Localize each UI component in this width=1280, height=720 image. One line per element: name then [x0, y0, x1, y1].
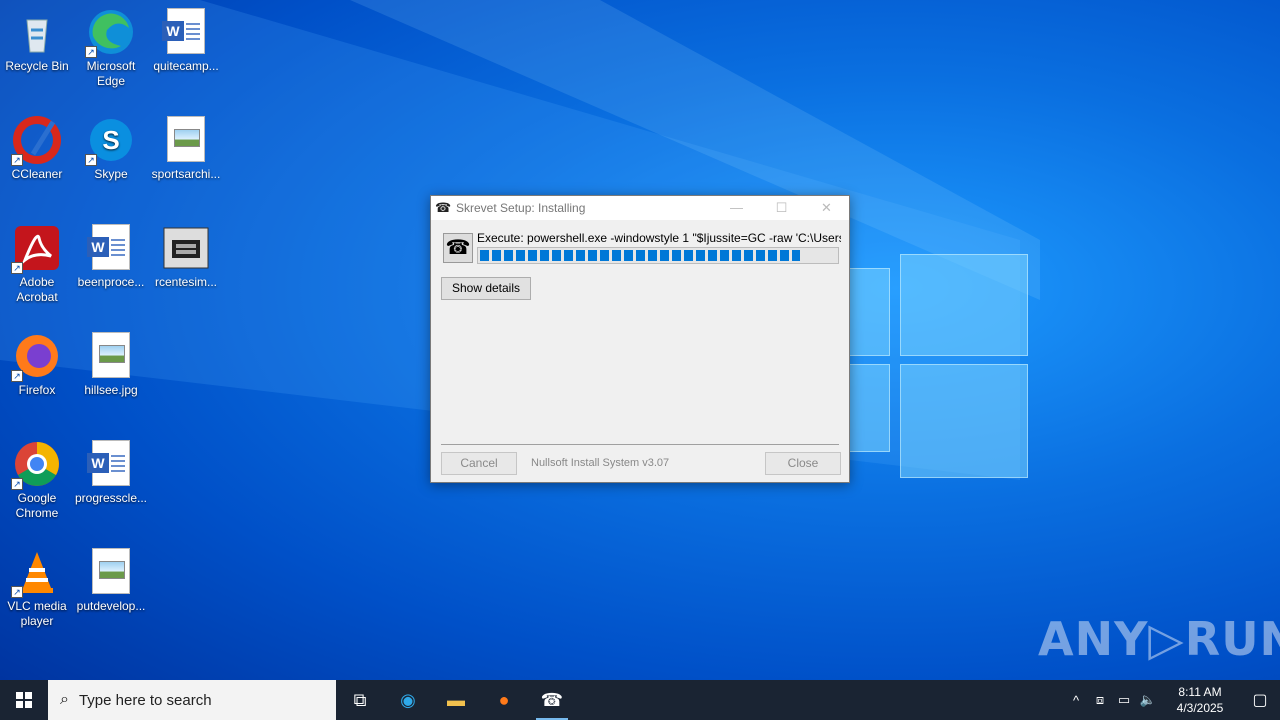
minimize-button[interactable]: —: [714, 196, 759, 220]
show-details-button[interactable]: Show details: [441, 277, 531, 300]
volume-icon[interactable]: 🔈: [1136, 692, 1160, 708]
acrobat-icon: ↗: [11, 224, 61, 274]
desktop-icon-sportsarchi[interactable]: sportsarchi...: [148, 116, 224, 182]
firefox-icon: ↗: [11, 332, 61, 382]
svg-text:S: S: [102, 125, 119, 155]
close-button[interactable]: Close: [765, 452, 841, 475]
desktop-icon-label: beenproce...: [77, 275, 145, 289]
desktop-icon-label: quitecamp...: [153, 59, 219, 73]
maximize-button[interactable]: ☐: [759, 196, 804, 220]
search-box[interactable]: ⌕ Type here to search: [48, 680, 336, 720]
desktop-icon-label: Skype: [94, 167, 128, 181]
desktop-icon-firefox[interactable]: ↗ Firefox: [0, 332, 75, 398]
desktop-icon-label: hillsee.jpg: [84, 383, 138, 397]
anyrun-watermark: ANY▷RUN: [1038, 612, 1280, 666]
desktop-icon-label: Microsoft Edge: [86, 59, 136, 88]
file-explorer-button[interactable]: ▬: [432, 680, 480, 720]
file-explorer-icon: ▬: [447, 689, 465, 710]
brand-text: Nullsoft Install System v3.07: [531, 457, 670, 469]
desktop-icon-ccleaner[interactable]: ↗ CCleaner: [0, 116, 75, 182]
image-file-icon: [162, 116, 210, 164]
installer-dialog: ☎ Skrevet Setup: Installing — ☐ ✕ ☎ Exec…: [430, 195, 850, 483]
shortcut-arrow-icon: ↗: [11, 478, 23, 490]
shortcut-arrow-icon: ↗: [11, 262, 23, 274]
installer-icon: ☎: [435, 200, 452, 215]
clock[interactable]: 8:11 AM 4/3/2025: [1160, 684, 1240, 716]
desktop-icon-recycle-bin[interactable]: Recycle Bin: [0, 8, 75, 74]
desktop-icon-label: Google Chrome: [15, 491, 59, 520]
progress-fill: [480, 250, 801, 261]
windows-logo-light: [840, 240, 1030, 480]
desktop-icon-label: progresscle...: [74, 491, 148, 505]
desktop-icon-label: Adobe Acrobat: [16, 275, 58, 304]
task-view-button[interactable]: ⧉: [336, 680, 384, 720]
taskbar: ⌕ Type here to search ⧉ ◉ ▬ ● ☎ ^ ⧈ ▭ 🔈 …: [0, 680, 1280, 720]
desktop-icon-label: Recycle Bin: [5, 59, 69, 73]
shortcut-arrow-icon: ↗: [11, 586, 23, 598]
desktop-icon-hillsee[interactable]: hillsee.jpg: [73, 332, 149, 398]
edge-taskbar-button[interactable]: ◉: [384, 680, 432, 720]
desktop-icon-quitecamp[interactable]: W quitecamp...: [148, 8, 224, 74]
start-button[interactable]: [0, 680, 48, 720]
image-file-icon: [87, 548, 135, 596]
skype-icon: S ↗: [85, 116, 135, 166]
desktop-icon-putdevelop[interactable]: putdevelop...: [73, 548, 149, 614]
progress-bar: [477, 247, 839, 264]
recycle-bin-icon: [13, 8, 61, 56]
search-icon: ⌕: [60, 691, 69, 708]
ccleaner-icon: ↗: [11, 116, 61, 166]
notification-icon[interactable]: ▢: [1240, 690, 1280, 710]
windows-icon: [16, 692, 32, 708]
system-tray: ^ ⧈ ▭ 🔈 8:11 AM 4/3/2025 ▢: [1064, 680, 1280, 720]
shortcut-arrow-icon: ↗: [11, 154, 23, 166]
close-window-button[interactable]: ✕: [804, 196, 849, 220]
desktop-icon-label: putdevelop...: [76, 599, 146, 613]
network-icon[interactable]: ▭: [1112, 692, 1136, 708]
desktop-icon-progresscle[interactable]: W progresscle...: [73, 440, 149, 506]
desktop-icon-label: VLC media player: [7, 599, 67, 628]
firefox-taskbar-button[interactable]: ●: [480, 680, 528, 720]
vlc-icon: ↗: [11, 548, 61, 598]
desktop-icon-chrome[interactable]: ↗ Google Chrome: [0, 440, 75, 521]
shortcut-arrow-icon: ↗: [85, 46, 97, 58]
meet-now-icon[interactable]: ⧈: [1088, 692, 1112, 708]
edge-icon: ↗: [85, 8, 135, 58]
task-view-icon: ⧉: [353, 689, 367, 710]
chrome-icon: ↗: [11, 440, 61, 490]
firefox-taskbar-icon: ●: [498, 689, 510, 710]
desktop-icon-vlc[interactable]: ↗ VLC media player: [0, 548, 75, 629]
desktop-icon-rcentesim[interactable]: rcentesim...: [148, 224, 224, 290]
installer-icon: [162, 224, 210, 272]
installer-taskbar-icon: ☎: [540, 689, 564, 710]
cancel-button[interactable]: Cancel: [441, 452, 517, 475]
desktop-icon-beenproce[interactable]: W beenproce...: [73, 224, 149, 290]
desktop-icon-label: rcentesim...: [154, 275, 217, 289]
edge-taskbar-icon: ◉: [400, 689, 416, 710]
image-file-icon: [87, 332, 135, 380]
shortcut-arrow-icon: ↗: [11, 370, 23, 382]
desktop-icon-label: CCleaner: [11, 167, 63, 181]
installer-taskbar-button[interactable]: ☎: [528, 680, 576, 720]
installer-icon: ☎: [443, 233, 473, 263]
status-text: Execute: powershell.exe -windowstyle 1 "…: [477, 231, 841, 245]
shortcut-arrow-icon: ↗: [85, 154, 97, 166]
word-doc-icon: W: [162, 8, 210, 56]
search-placeholder: Type here to search: [78, 691, 212, 709]
show-hidden-icons-chevron[interactable]: ^: [1064, 693, 1088, 708]
divider: [441, 444, 839, 445]
clock-time: 8:11 AM: [1178, 685, 1222, 699]
desktop-icon-label: Firefox: [18, 383, 56, 397]
desktop-icon-skype[interactable]: S ↗ Skype: [73, 116, 149, 182]
desktop-icon-acrobat[interactable]: ↗ Adobe Acrobat: [0, 224, 75, 305]
desktop-icon-edge[interactable]: ↗ Microsoft Edge: [73, 8, 149, 89]
clock-date: 4/3/2025: [1176, 701, 1224, 715]
word-doc-icon: W: [87, 440, 135, 488]
dialog-titlebar[interactable]: ☎ Skrevet Setup: Installing — ☐ ✕: [431, 196, 849, 220]
desktop-icon-label: sportsarchi...: [151, 167, 221, 181]
word-doc-icon: W: [87, 224, 135, 272]
dialog-title: Skrevet Setup: Installing: [456, 201, 586, 215]
